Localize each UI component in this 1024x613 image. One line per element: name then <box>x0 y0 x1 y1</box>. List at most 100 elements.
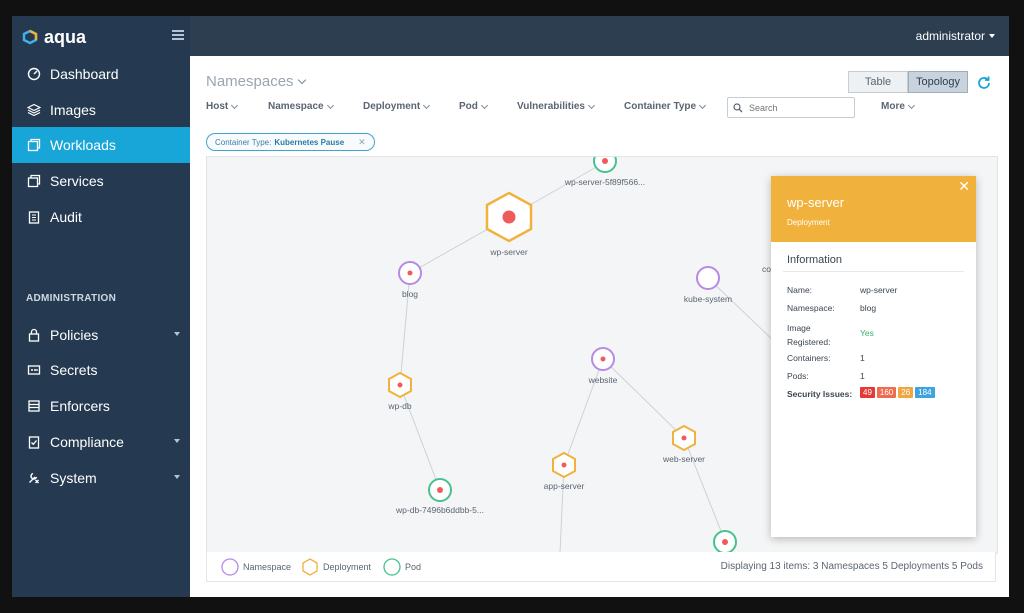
chevron-down-icon <box>699 101 707 109</box>
chevron-down-icon <box>326 101 334 109</box>
filter-label: Host <box>206 101 229 112</box>
close-icon[interactable]: ✕ <box>358 137 366 148</box>
node-label: wp-db-7496b6ddbb-5... <box>395 505 484 515</box>
details-panel-header: wp-server Deployment ✕ <box>771 176 976 242</box>
pod-circle-icon <box>383 558 401 576</box>
sidebar-item-services[interactable]: Services <box>12 163 190 199</box>
sidebar-item-label: Workloads <box>50 137 116 153</box>
field-value-name: wp-server <box>860 285 898 295</box>
details-panel: wp-server Deployment ✕ Information Name:… <box>771 176 976 537</box>
topology-view-button[interactable]: Topology <box>908 71 968 93</box>
tools-icon <box>26 470 42 486</box>
node-label: wp-db <box>387 401 411 411</box>
logo-text: aqua <box>44 26 87 47</box>
menu-toggle-icon[interactable] <box>172 30 184 40</box>
legend-pod: Pod <box>383 558 421 576</box>
high-issues-badge[interactable]: 160 <box>876 387 897 398</box>
workloads-icon <box>26 137 42 153</box>
refresh-icon[interactable] <box>976 75 992 91</box>
sidebar-item-audit[interactable]: Audit <box>12 199 190 235</box>
close-icon[interactable]: ✕ <box>958 178 970 195</box>
active-filter-chip[interactable]: Container Type: Kubernetes Pause ✕ <box>206 133 375 151</box>
sidebar-item-system[interactable]: System <box>12 460 190 496</box>
search-input[interactable] <box>747 101 851 114</box>
page-title[interactable]: Namespaces <box>206 73 306 90</box>
pod-node-wp-db-pod[interactable]: wp-db-7496b6ddbb-5... <box>395 478 484 515</box>
graph-edges <box>399 161 778 553</box>
node-label: website <box>588 375 618 385</box>
legend-namespace: Namespace <box>221 558 291 576</box>
enforcers-icon <box>26 398 42 414</box>
app-window: aqua Dashboard Images Workloads Services… <box>12 16 1009 597</box>
aqua-logo[interactable]: aqua <box>22 26 86 48</box>
page-title-text: Namespaces <box>206 73 294 90</box>
critical-issues-badge[interactable]: 49 <box>860 387 875 398</box>
filter-vulnerabilities[interactable]: Vulnerabilities <box>517 101 596 112</box>
deployment-node-wp-server[interactable]: wp-server <box>485 191 533 257</box>
chevron-down-icon <box>423 101 431 109</box>
sidebar-item-workloads[interactable]: Workloads <box>12 127 190 163</box>
pod-node-wp-server-pod[interactable]: wp-server-5f89f566... <box>564 157 645 187</box>
chevron-down-icon <box>174 439 180 443</box>
sidebar-item-compliance[interactable]: Compliance <box>12 424 190 460</box>
namespace-node-website[interactable]: website <box>588 347 618 385</box>
clipboard-icon <box>26 209 42 225</box>
sidebar-item-label: System <box>50 470 97 486</box>
node-label: wp-server-5f89f566... <box>564 177 645 187</box>
sidebar-item-label: Audit <box>50 209 82 225</box>
sidebar-item-enforcers[interactable]: Enforcers <box>12 388 190 424</box>
chip-label: Container Type: <box>215 137 272 147</box>
filter-deployment[interactable]: Deployment <box>363 101 431 112</box>
more-filters[interactable]: More <box>881 101 915 112</box>
field-label-pods: Pods: <box>787 371 809 381</box>
gauge-icon <box>26 66 42 82</box>
low-issues-badge[interactable]: 184 <box>915 387 935 398</box>
sidebar-item-label: Secrets <box>50 362 98 378</box>
table-view-button[interactable]: Table <box>848 71 908 93</box>
deployment-hexagon-icon <box>302 558 318 576</box>
chevron-down-icon <box>231 101 239 109</box>
field-value-image-registered: Yes <box>860 328 874 338</box>
field-value-containers: 1 <box>860 353 865 363</box>
filter-container-type[interactable]: Container Type <box>624 101 707 112</box>
field-value-pods: 1 <box>860 371 865 381</box>
sidebar-item-images[interactable]: Images <box>12 92 190 128</box>
field-label-namespace: Namespace: <box>787 303 835 313</box>
field-value-namespace: blog <box>860 303 877 313</box>
user-menu[interactable]: administrator <box>916 29 995 43</box>
admin-section-label: ADMINISTRATION <box>26 293 117 304</box>
details-section-title: Information <box>787 254 843 266</box>
item-count-status: Displaying 13 items: 3 Namespaces 5 Depl… <box>720 561 983 572</box>
security-issue-badges: 49 160 26 184 <box>860 387 937 398</box>
namespace-node-blog[interactable]: blog <box>398 261 422 299</box>
services-icon <box>26 173 42 189</box>
namespace-node-kube-system[interactable]: kube-system <box>684 266 732 304</box>
field-label-security: Security Issues: <box>787 389 853 399</box>
deployment-node-web-server[interactable]: web-server <box>662 424 705 464</box>
namespace-circle-icon <box>221 558 239 576</box>
search-box <box>727 97 855 118</box>
search-icon <box>733 102 743 112</box>
legend-label: Namespace <box>243 562 292 572</box>
details-title: wp-server <box>787 195 845 210</box>
more-label: More <box>881 101 905 112</box>
filter-label: Container Type <box>624 101 697 112</box>
filter-namespace[interactable]: Namespace <box>268 101 334 112</box>
deployment-node-app-server[interactable]: app-server <box>544 451 585 491</box>
sidebar-item-dashboard[interactable]: Dashboard <box>12 56 190 92</box>
node-label: co <box>762 264 771 274</box>
sidebar-item-label: Enforcers <box>50 398 110 414</box>
sidebar-item-secrets[interactable]: Secrets <box>12 352 190 388</box>
chevron-down-icon <box>989 34 995 38</box>
filter-label: Namespace <box>268 101 324 112</box>
deployment-node-wp-db[interactable]: wp-db <box>387 371 412 411</box>
filter-pod[interactable]: Pod <box>459 101 488 112</box>
legend-label: Deployment <box>323 562 372 572</box>
node-label: wp-server <box>489 247 527 257</box>
chevron-down-icon <box>587 101 596 109</box>
medium-issues-badge[interactable]: 26 <box>898 387 914 398</box>
pod-node-web-server-pod[interactable] <box>713 530 737 553</box>
filter-host[interactable]: Host <box>206 101 239 112</box>
sidebar-item-policies[interactable]: Policies <box>12 317 190 353</box>
sidebar-item-label: Images <box>50 102 96 118</box>
